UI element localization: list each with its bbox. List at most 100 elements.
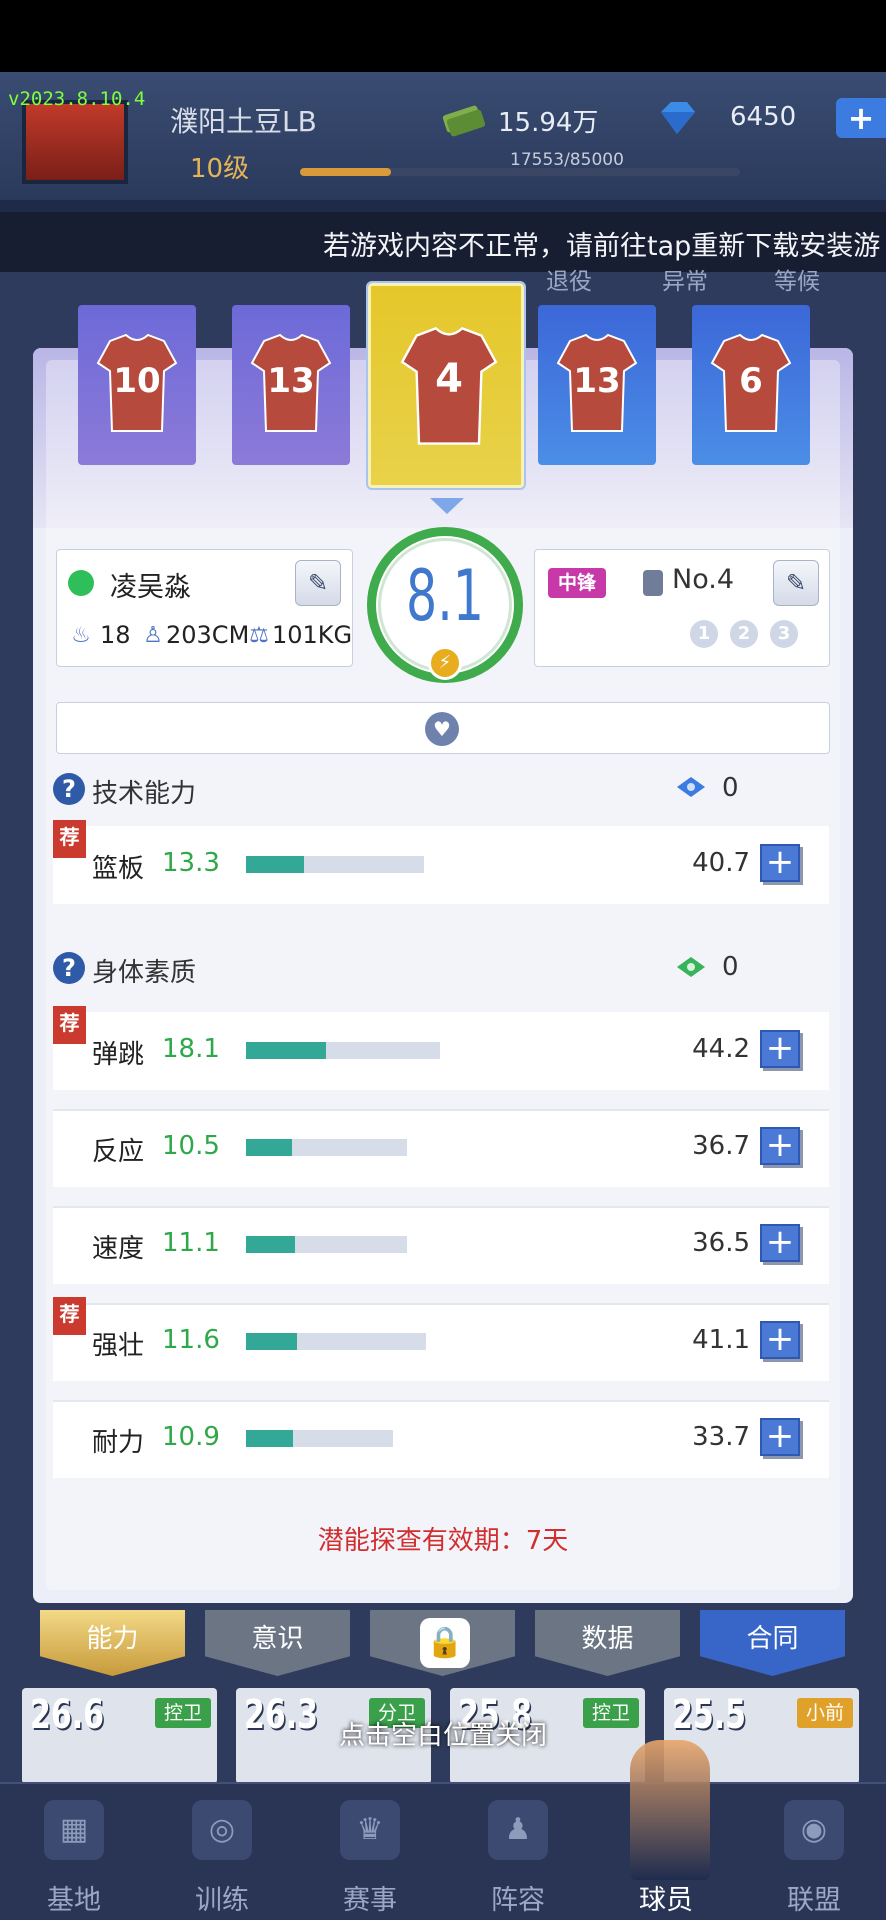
status-bar	[0, 0, 886, 72]
player-card[interactable]: 13	[232, 305, 350, 465]
xp-bar-fill	[300, 168, 391, 176]
stadium-icon: ▦	[44, 1800, 104, 1860]
nav-label: 球员	[639, 1885, 693, 1916]
player-age: 18	[100, 621, 131, 649]
section-title-physical: 身体素质	[92, 958, 197, 988]
user-level: 10级	[190, 154, 250, 184]
hoop-icon: ◎	[192, 1800, 252, 1860]
help-icon[interactable]: ?	[53, 952, 85, 984]
nav-lineup[interactable]: ♟ 阵容	[444, 1782, 592, 1920]
increase-attribute-button[interactable]: +	[760, 1418, 800, 1456]
attribute-bar-fill	[246, 1333, 297, 1350]
attribute-bar	[246, 1333, 426, 1350]
attribute-bar-fill	[246, 1042, 326, 1059]
recommended-badge: 荐	[53, 1297, 86, 1335]
attribute-value: 11.6	[162, 1325, 220, 1355]
heart-icon[interactable]: ♥	[425, 712, 459, 746]
help-icon[interactable]: ?	[53, 773, 85, 805]
attribute-bar-fill	[246, 1139, 292, 1156]
nav-label: 训练	[195, 1885, 249, 1916]
attribute-value: 13.3	[162, 848, 220, 878]
attribute-bar	[246, 1139, 407, 1156]
increase-attribute-button[interactable]: +	[760, 1030, 800, 1068]
potential-expiry-note: 潜能探查有效期：7天	[317, 1526, 569, 1556]
attribute-bar	[246, 1236, 407, 1253]
row-divider	[53, 1206, 829, 1208]
version-label: v2023.8.10.4	[8, 88, 146, 110]
recommended-badge: 荐	[53, 1006, 86, 1044]
attribute-name: 速度	[92, 1234, 145, 1264]
attribute-name: 强壮	[92, 1331, 145, 1361]
selected-card-arrow	[430, 498, 464, 514]
edit-name-button[interactable]: ✎	[295, 560, 341, 606]
attribute-max: 36.7	[692, 1131, 750, 1161]
user-name: 濮阳土豆LB	[170, 105, 317, 138]
attribute-bar	[246, 856, 424, 873]
lightning-icon[interactable]: ⚡	[428, 646, 462, 680]
slot-dot-2[interactable]: 2	[730, 620, 758, 648]
jersey-number: 6	[739, 361, 763, 401]
attribute-bar-fill	[246, 1236, 295, 1253]
increase-attribute-button[interactable]: +	[760, 844, 800, 882]
player-weight: 101KG	[272, 621, 353, 649]
player-card[interactable]: 10	[78, 305, 196, 465]
technical-points: 0	[722, 773, 739, 803]
attribute-max: 33.7	[692, 1422, 750, 1452]
union-icon: ◉	[784, 1800, 844, 1860]
nav-base[interactable]: ▦ 基地	[0, 1782, 148, 1920]
section-title-technical: 技术能力	[92, 779, 197, 809]
player-card-selected[interactable]: 4	[366, 281, 526, 490]
position-badge: 中锋	[548, 568, 606, 598]
add-gem-button[interactable]: +	[836, 98, 886, 138]
increase-attribute-button[interactable]: +	[760, 1127, 800, 1165]
row-divider	[53, 1400, 829, 1402]
smile-icon	[68, 570, 94, 596]
attribute-bar-fill	[246, 856, 304, 873]
money-value: 15.94万	[498, 108, 599, 138]
gem-value: 6450	[730, 102, 797, 132]
avatar[interactable]	[22, 100, 128, 184]
attribute-bar	[246, 1042, 440, 1059]
bg-tab-waiting: 等候	[774, 269, 820, 295]
attribute-value: 18.1	[162, 1034, 220, 1064]
edit-jersey-button[interactable]: ✎	[773, 560, 819, 606]
increase-attribute-button[interactable]: +	[760, 1321, 800, 1359]
team-icon: ♟	[488, 1800, 548, 1860]
attribute-value: 11.1	[162, 1228, 220, 1258]
row-divider	[53, 1109, 829, 1111]
nav-label: 基地	[47, 1885, 101, 1916]
nav-label: 赛事	[343, 1885, 397, 1916]
nav-training[interactable]: ◎ 训练	[148, 1782, 296, 1920]
attribute-max: 36.5	[692, 1228, 750, 1258]
jersey-number: 13	[267, 361, 315, 401]
jersey-no: No.4	[672, 564, 735, 595]
increase-attribute-button[interactable]: +	[760, 1224, 800, 1262]
nav-events[interactable]: ♛ 赛事	[296, 1782, 444, 1920]
slot-dot-1[interactable]: 1	[690, 620, 718, 648]
xp-text: 17553/85000	[510, 150, 624, 170]
nav-label: 阵容	[491, 1885, 545, 1916]
attribute-name: 耐力	[92, 1428, 145, 1458]
attribute-name: 弹跳	[92, 1040, 145, 1070]
nav-union[interactable]: ◉ 联盟	[740, 1782, 886, 1920]
attribute-name: 反应	[92, 1137, 145, 1167]
jersey-tag-icon	[643, 570, 663, 596]
nav-label: 联盟	[787, 1885, 841, 1916]
cash-icon	[442, 105, 486, 137]
bg-tab-retired: 退役	[546, 269, 592, 295]
player-rating: 8.1	[406, 555, 484, 637]
attribute-bar	[246, 1430, 393, 1447]
player-card[interactable]: 13	[538, 305, 656, 465]
trophy-icon: ♛	[340, 1800, 400, 1860]
row-divider	[53, 1303, 829, 1305]
bg-tab-abnormal: 异常	[662, 269, 708, 295]
jersey-number: 13	[573, 361, 621, 401]
cake-icon: ♨	[71, 623, 91, 648]
nav-players[interactable]: 球员	[592, 1782, 740, 1920]
slot-dot-3[interactable]: 3	[770, 620, 798, 648]
attribute-max: 40.7	[692, 848, 750, 878]
lock-icon: 🔒	[420, 1618, 470, 1668]
attribute-value: 10.9	[162, 1422, 220, 1452]
close-hint[interactable]: 点击空白位置关闭	[0, 1715, 886, 1752]
player-card[interactable]: 6	[692, 305, 810, 465]
